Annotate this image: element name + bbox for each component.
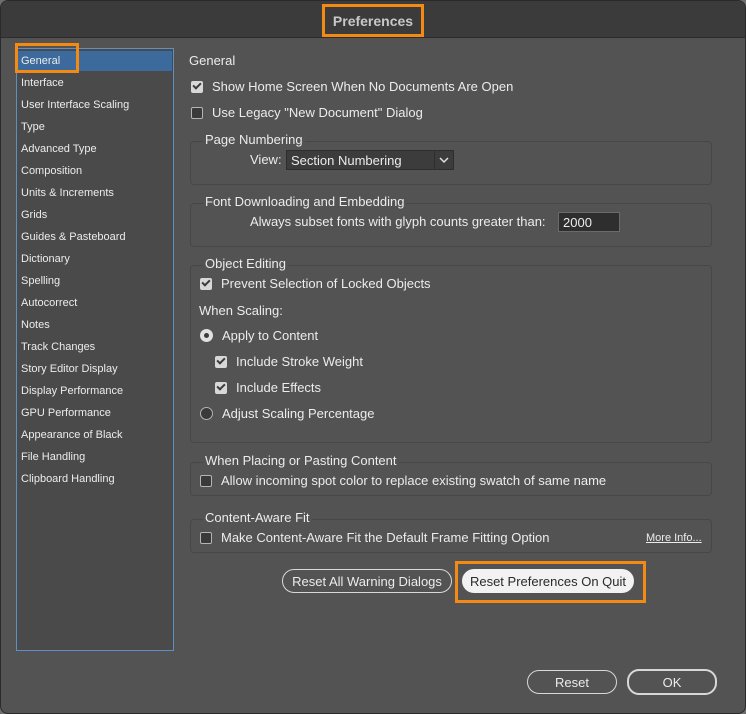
ok-button[interactable]: OK	[627, 669, 717, 695]
chevron-down-icon	[434, 151, 453, 169]
sidebar-item-grids[interactable]: Grids	[21, 205, 47, 225]
checkbox-box[interactable]	[191, 106, 203, 119]
sidebar-item-type[interactable]: Type	[21, 117, 45, 137]
page-numbering-title: Page Numbering	[203, 132, 305, 147]
prevent-locked-checkbox[interactable]: Prevent Selection of Locked Objects	[200, 276, 431, 291]
checkbox-box[interactable]	[215, 355, 227, 368]
include-stroke-label: Include Stroke Weight	[236, 354, 363, 369]
checkbox-box[interactable]	[200, 531, 212, 544]
sidebar-item-story-editor-display[interactable]: Story Editor Display	[21, 359, 118, 379]
checkbox-box[interactable]	[200, 474, 212, 487]
sidebar-item-units-increments[interactable]: Units & Increments	[21, 183, 114, 203]
sidebar-item-advanced-type[interactable]: Advanced Type	[21, 139, 97, 159]
when-scaling-label: When Scaling:	[199, 303, 283, 318]
sidebar-item-notes[interactable]: Notes	[21, 315, 50, 335]
sidebar-item-interface[interactable]: Interface	[21, 73, 64, 93]
prevent-locked-label: Prevent Selection of Locked Objects	[221, 276, 431, 291]
reset-button[interactable]: Reset	[527, 670, 617, 694]
reset-warning-dialogs-button[interactable]: Reset All Warning Dialogs	[282, 569, 452, 593]
page-heading: General	[189, 53, 236, 68]
include-effects-checkbox[interactable]: Include Effects	[215, 380, 321, 395]
sidebar-item-appearance-of-black[interactable]: Appearance of Black	[21, 425, 123, 445]
radio-button[interactable]	[200, 329, 213, 342]
adjust-scaling-label: Adjust Scaling Percentage	[222, 406, 375, 421]
sidebar-item-composition[interactable]: Composition	[21, 161, 82, 181]
sidebar-item-track-changes[interactable]: Track Changes	[21, 337, 95, 357]
sidebar-item-spelling[interactable]: Spelling	[21, 271, 60, 291]
sidebar-item-user-interface-scaling[interactable]: User Interface Scaling	[21, 95, 129, 115]
sidebar-item-clipboard-handling[interactable]: Clipboard Handling	[21, 469, 115, 489]
legacy-new-document-label: Use Legacy "New Document" Dialog	[212, 105, 423, 120]
object-editing-title: Object Editing	[203, 256, 288, 271]
placing-title: When Placing or Pasting Content	[203, 453, 399, 468]
adjust-scaling-radio[interactable]: Adjust Scaling Percentage	[200, 406, 374, 421]
checkbox-box[interactable]	[215, 381, 227, 394]
sidebar-item-guides-pasteboard[interactable]: Guides & Pasteboard	[21, 227, 126, 247]
font-downloading-title: Font Downloading and Embedding	[203, 194, 407, 209]
radio-button[interactable]	[200, 407, 213, 420]
sidebar-item-autocorrect[interactable]: Autocorrect	[21, 293, 77, 313]
subset-fonts-input[interactable]: 2000	[558, 212, 620, 232]
content-aware-default-label: Make Content-Aware Fit the Default Frame…	[221, 530, 550, 545]
sidebar-item-file-handling[interactable]: File Handling	[21, 447, 85, 467]
content-aware-title: Content-Aware Fit	[203, 510, 312, 525]
sidebar-item-dictionary[interactable]: Dictionary	[21, 249, 70, 269]
sidebar-item-general[interactable]: General	[18, 51, 172, 71]
more-info-link[interactable]: More Info...	[646, 532, 702, 544]
window-title: Preferences	[322, 4, 424, 37]
view-select[interactable]: Section Numbering	[286, 150, 454, 170]
reset-preferences-on-quit-button[interactable]: Reset Preferences On Quit	[462, 569, 634, 593]
include-stroke-checkbox[interactable]: Include Stroke Weight	[215, 354, 363, 369]
include-effects-label: Include Effects	[236, 380, 322, 395]
spot-color-checkbox[interactable]: Allow incoming spot color to replace exi…	[200, 473, 606, 488]
legacy-new-document-checkbox[interactable]: Use Legacy "New Document" Dialog	[191, 105, 423, 120]
view-label: View:	[250, 152, 282, 167]
sidebar-item-display-performance[interactable]: Display Performance	[21, 381, 123, 401]
view-select-value: Section Numbering	[291, 152, 402, 168]
spot-color-label: Allow incoming spot color to replace exi…	[221, 473, 607, 488]
content-aware-default-checkbox[interactable]: Make Content-Aware Fit the Default Frame…	[200, 530, 550, 545]
category-list[interactable]: General Interface User Interface Scaling Ty…	[16, 48, 174, 651]
apply-to-content-radio[interactable]: Apply to Content	[200, 328, 318, 343]
apply-to-content-label: Apply to Content	[222, 328, 319, 343]
show-home-screen-checkbox[interactable]: Show Home Screen When No Documents Are O…	[191, 79, 513, 94]
sidebar-item-gpu-performance[interactable]: GPU Performance	[21, 403, 111, 423]
subset-fonts-label: Always subset fonts with glyph counts gr…	[250, 214, 546, 229]
checkbox-box[interactable]	[191, 80, 203, 93]
checkbox-box[interactable]	[200, 277, 212, 290]
preferences-window: Preferences General Interface User Interfa…	[0, 0, 746, 714]
show-home-screen-label: Show Home Screen When No Documents Are O…	[212, 79, 514, 94]
title-bar[interactable]: Preferences	[1, 1, 745, 38]
